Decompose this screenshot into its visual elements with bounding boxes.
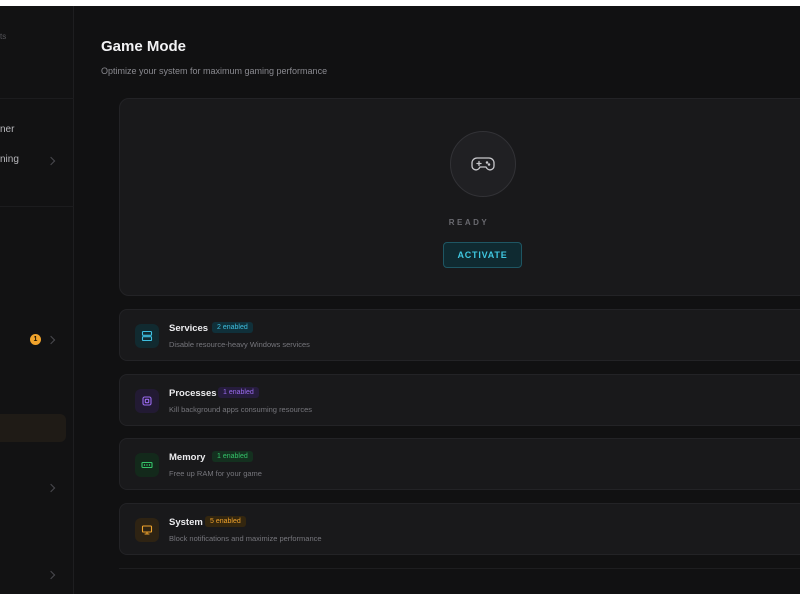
gamepad-icon-circle (450, 131, 516, 197)
card-description: Free up RAM for your game (169, 469, 262, 478)
card-description: Block notifications and maximize perform… (169, 534, 322, 543)
status-badge: 5 enabled (205, 516, 246, 527)
sidebar-divider (0, 98, 74, 99)
card-title: System (169, 517, 203, 528)
server-icon (135, 324, 159, 348)
sidebar: ts ner ning 1 (0, 6, 74, 594)
memory-card[interactable]: Memory 1 enabled Free up RAM for your ga… (119, 438, 800, 490)
card-title: Services (169, 323, 209, 334)
card-description: Kill background apps consuming resources (169, 405, 312, 414)
status-badge: 1 enabled (212, 451, 253, 462)
sidebar-item-2[interactable]: ning (0, 154, 19, 165)
sidebar-divider (0, 206, 74, 207)
status-text: READY (448, 218, 490, 227)
notification-badge: 1 (30, 334, 41, 345)
page-subtitle: Optimize your system for maximum gaming … (101, 66, 328, 76)
card-title: Memory (169, 452, 206, 463)
sidebar-item-label: ts (0, 32, 7, 41)
page-title: Game Mode (101, 38, 187, 55)
status-badge: 2 enabled (212, 322, 253, 333)
monitor-icon (135, 518, 159, 542)
main-content: Game Mode Optimize your system for maxim… (75, 6, 800, 594)
sidebar-item-1[interactable]: ner (0, 124, 14, 135)
sidebar-item-active[interactable] (0, 414, 66, 442)
cpu-icon (135, 389, 159, 413)
activate-button[interactable]: ACTIVATE (443, 242, 522, 268)
chevron-right-icon (46, 156, 56, 166)
chevron-right-icon (46, 335, 56, 345)
game-mode-hero: READY ACTIVATE (119, 98, 800, 296)
services-card[interactable]: Services 2 enabled Disable resource-heav… (119, 309, 800, 361)
status-badge: 1 enabled (218, 387, 259, 398)
system-card[interactable]: System 5 enabled Block notifications and… (119, 503, 800, 555)
chevron-right-icon (46, 570, 56, 580)
processes-card[interactable]: Processes 1 enabled Kill background apps… (119, 374, 800, 426)
memory-icon (135, 453, 159, 477)
app-window: ts ner ning 1 Game Mode Optimize your sy… (0, 6, 800, 594)
card-description: Disable resource-heavy Windows services (169, 340, 310, 349)
gamepad-icon (471, 157, 495, 171)
card-title: Processes (169, 388, 217, 399)
chevron-right-icon (46, 483, 56, 493)
divider (119, 568, 800, 569)
